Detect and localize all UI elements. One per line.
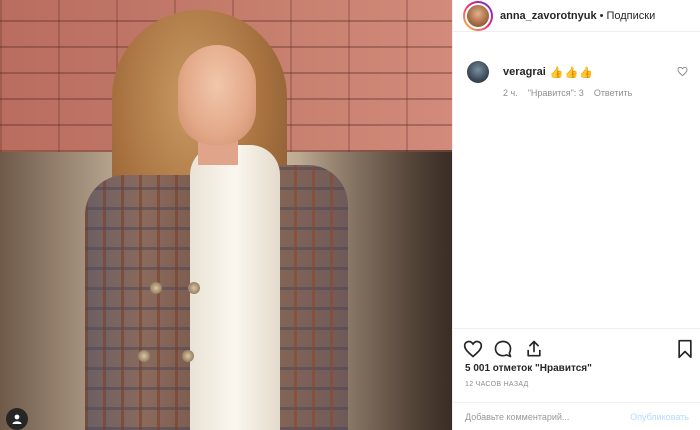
- jacket-left: [85, 175, 205, 430]
- post-username[interactable]: anna_zavorotnyuk: [500, 10, 597, 22]
- follow-button[interactable]: Подписки: [606, 10, 655, 22]
- post-side-panel: anna_zavorotnyuk • Подписки veragrai 👍👍👍…: [452, 0, 700, 430]
- post-photo[interactable]: [0, 0, 452, 430]
- publish-button[interactable]: Опубликовать: [630, 412, 689, 422]
- comment-icon[interactable]: [493, 339, 513, 359]
- jacket-button: [182, 350, 194, 362]
- face: [178, 45, 256, 145]
- comment-avatar[interactable]: [467, 61, 489, 83]
- blouse: [190, 145, 280, 430]
- comment-meta: 2 ч. "Нравится": 3 Ответить: [503, 88, 632, 98]
- user-tag-icon[interactable]: [6, 408, 28, 430]
- separator-dot: •: [599, 9, 604, 22]
- comment-age: 2 ч.: [503, 88, 518, 98]
- bookmark-icon[interactable]: [675, 339, 695, 359]
- comment-username[interactable]: veragrai: [503, 66, 546, 78]
- comment-likes[interactable]: "Нравится": 3: [528, 88, 584, 98]
- avatar[interactable]: [463, 0, 493, 31]
- avatar-image: [465, 2, 491, 29]
- heart-icon[interactable]: [463, 339, 483, 359]
- comment-text: 👍👍👍: [549, 66, 594, 79]
- share-icon[interactable]: [524, 339, 544, 359]
- post-time: 12 ЧАСОВ НАЗАД: [465, 381, 529, 388]
- comment-row: veragrai 👍👍👍: [467, 60, 692, 84]
- comment-input[interactable]: [465, 411, 623, 422]
- jacket-button: [138, 350, 150, 362]
- action-bar: [453, 328, 700, 368]
- reply-button[interactable]: Ответить: [594, 88, 632, 98]
- jacket-button: [150, 282, 162, 294]
- comment-composer: Опубликовать: [453, 402, 700, 430]
- heart-small-icon[interactable]: [677, 66, 688, 80]
- post-header: anna_zavorotnyuk • Подписки: [453, 0, 700, 32]
- jacket-button: [188, 282, 200, 294]
- likes-count[interactable]: 5 001 отметок "Нравится": [465, 363, 592, 374]
